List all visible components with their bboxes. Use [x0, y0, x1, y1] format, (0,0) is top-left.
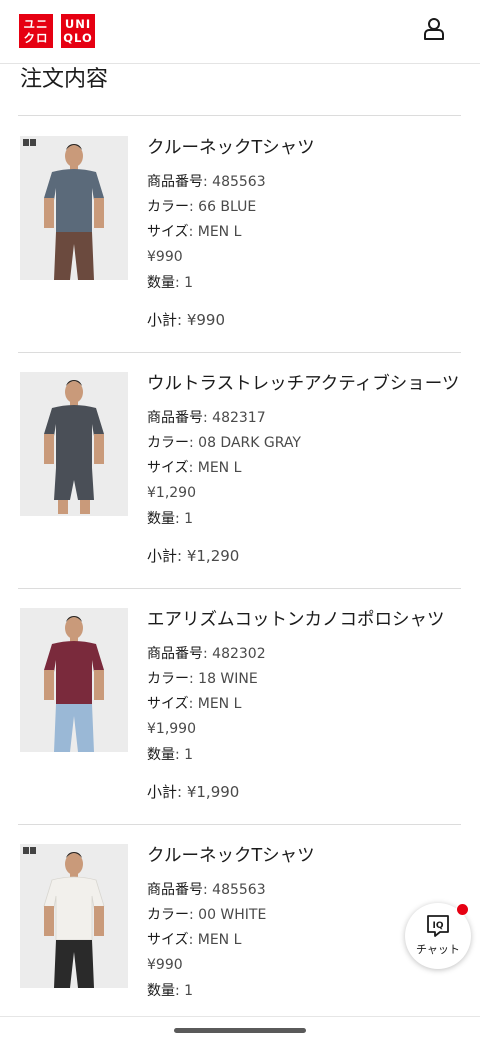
product-number-value: : 482317 — [203, 410, 266, 426]
item-subtotal: 小計: ¥1,290 — [147, 545, 239, 567]
product-price: ¥990 — [147, 249, 183, 265]
size-label: サイズ — [147, 696, 189, 712]
order-item: エアリズムコットンカノコポロシャツ 商品番号: 482302 カラー: 18 W… — [0, 588, 480, 825]
size-value: : MEN L — [188, 224, 242, 240]
quantity-value: : 1 — [175, 747, 194, 763]
logo-text-line2: クロ — [23, 31, 49, 45]
product-number: 商品番号: 485563 — [147, 880, 266, 900]
logo-text-line1: ユニ — [23, 17, 49, 31]
color-value: : 08 DARK GRAY — [189, 435, 301, 451]
quantity-value: : 1 — [175, 275, 194, 291]
product-price: ¥990 — [147, 957, 183, 973]
product-number-label: 商品番号 — [147, 882, 203, 898]
product-image[interactable] — [20, 608, 128, 752]
size-label: サイズ — [147, 224, 189, 240]
subtotal-value: : ¥990 — [177, 311, 226, 329]
product-price: ¥1,990 — [147, 721, 196, 737]
uniqlo-logo[interactable]: ユニ クロ UNI QLO — [19, 14, 95, 48]
product-color: カラー: 00 WHITE — [147, 905, 266, 925]
size-value: : MEN L — [188, 460, 242, 476]
color-label: カラー — [147, 435, 189, 451]
size-value: : MEN L — [188, 932, 242, 948]
product-quantity: 数量: 1 — [147, 273, 193, 293]
logo-text-line3: UNI — [64, 17, 92, 31]
home-indicator[interactable] — [174, 1028, 306, 1033]
product-size: サイズ: MEN L — [147, 222, 241, 242]
account-icon[interactable] — [421, 16, 447, 42]
quantity-label: 数量 — [147, 747, 175, 763]
product-number: 商品番号: 482317 — [147, 408, 266, 428]
color-value: : 00 WHITE — [189, 907, 267, 923]
chat-icon: IQ — [426, 914, 450, 938]
product-size: サイズ: MEN L — [147, 694, 241, 714]
quantity-value: : 1 — [175, 511, 194, 527]
quantity-label: 数量 — [147, 983, 175, 999]
product-image[interactable] — [20, 844, 128, 988]
chat-button[interactable]: IQ チャット — [405, 903, 471, 969]
order-item: クルーネックTシャツ 商品番号: 485563 カラー: 66 BLUE サイズ… — [0, 116, 480, 353]
subtotal-value: : ¥1,990 — [177, 783, 240, 801]
uq-badge-icon — [23, 139, 36, 146]
quantity-value: : 1 — [175, 983, 194, 999]
page-title: 注文内容 — [20, 67, 109, 92]
subtotal-label: 小計 — [147, 547, 178, 565]
product-name[interactable]: ウルトラストレッチアクティブショーツ — [147, 372, 459, 396]
uq-badge-icon — [23, 847, 36, 854]
logo-katakana: ユニ クロ — [19, 14, 53, 48]
color-value: : 18 WINE — [189, 671, 258, 687]
product-color: カラー: 18 WINE — [147, 669, 258, 689]
system-navigation-bar — [0, 1016, 480, 1044]
product-size: サイズ: MEN L — [147, 930, 241, 950]
product-number: 商品番号: 482302 — [147, 644, 266, 664]
product-quantity: 数量: 1 — [147, 745, 193, 765]
product-number-label: 商品番号 — [147, 410, 203, 426]
subtotal-value: : ¥1,290 — [177, 547, 240, 565]
color-value: : 66 BLUE — [189, 199, 257, 215]
product-size: サイズ: MEN L — [147, 458, 241, 478]
product-image[interactable] — [20, 136, 128, 280]
product-number: 商品番号: 485563 — [147, 172, 266, 192]
color-label: カラー — [147, 671, 189, 687]
item-subtotal: 小計: ¥990 — [147, 309, 225, 331]
header: ユニ クロ UNI QLO — [0, 0, 480, 64]
color-label: カラー — [147, 199, 189, 215]
quantity-label: 数量 — [147, 275, 175, 291]
logo-text-line4: QLO — [63, 31, 93, 45]
quantity-label: 数量 — [147, 511, 175, 527]
subtotal-label: 小計 — [147, 783, 178, 801]
chat-icon-text: IQ — [433, 921, 444, 931]
product-number-label: 商品番号 — [147, 174, 203, 190]
size-label: サイズ — [147, 460, 189, 476]
product-number-value: : 482302 — [203, 646, 266, 662]
product-number-value: : 485563 — [203, 882, 266, 898]
subtotal-label: 小計 — [147, 311, 178, 329]
product-name[interactable]: クルーネックTシャツ — [147, 844, 315, 868]
product-color: カラー: 08 DARK GRAY — [147, 433, 301, 453]
product-name[interactable]: エアリズムコットンカノコポロシャツ — [147, 608, 445, 632]
product-name[interactable]: クルーネックTシャツ — [147, 136, 315, 160]
color-label: カラー — [147, 907, 189, 923]
product-quantity: 数量: 1 — [147, 981, 193, 1001]
product-number-value: : 485563 — [203, 174, 266, 190]
product-image[interactable] — [20, 372, 128, 516]
logo-latin: UNI QLO — [61, 14, 95, 48]
size-label: サイズ — [147, 932, 189, 948]
product-quantity: 数量: 1 — [147, 509, 193, 529]
product-price: ¥1,290 — [147, 485, 196, 501]
item-subtotal: 小計: ¥1,990 — [147, 781, 239, 803]
product-color: カラー: 66 BLUE — [147, 197, 256, 217]
order-item: ウルトラストレッチアクティブショーツ 商品番号: 482317 カラー: 08 … — [0, 352, 480, 589]
size-value: : MEN L — [188, 696, 242, 712]
chat-label: チャット — [416, 943, 460, 956]
notification-dot — [456, 903, 469, 916]
product-number-label: 商品番号 — [147, 646, 203, 662]
